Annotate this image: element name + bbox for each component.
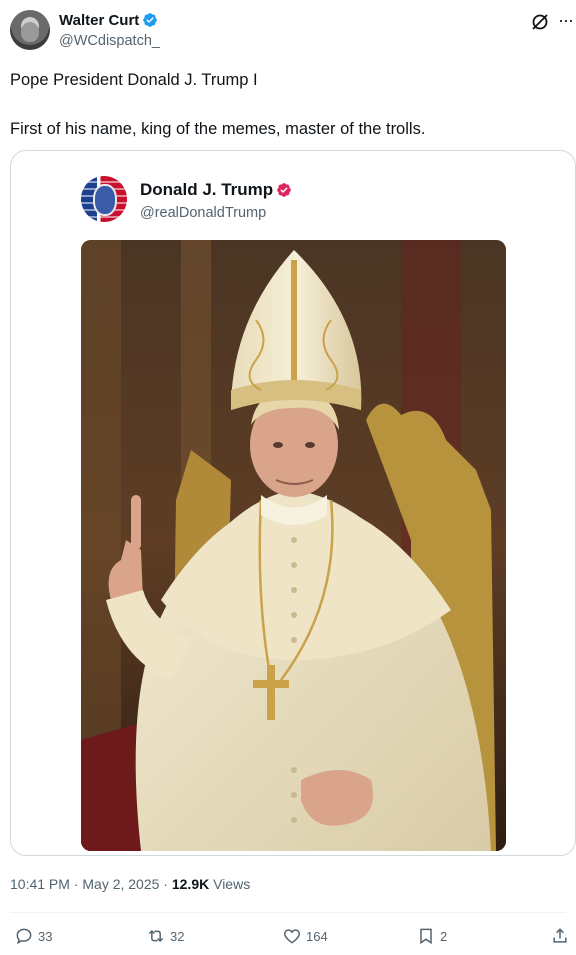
share-icon bbox=[553, 928, 567, 943]
quoted-media-image[interactable] bbox=[81, 240, 506, 851]
tweet-header: Walter Curt @WCdispatch_ ··· bbox=[0, 0, 576, 62]
tweet-meta: 10:41 PM · May 2, 2025 · 12.9K Views bbox=[10, 876, 250, 892]
quoted-author-name[interactable]: Donald J. Trump bbox=[140, 180, 273, 199]
verified-icon bbox=[143, 13, 158, 27]
reply-button[interactable]: 33 bbox=[14, 924, 52, 948]
quoted-author-name-row[interactable]: Donald J. Trump bbox=[140, 180, 292, 200]
verified-icon bbox=[277, 183, 292, 197]
quoted-tweet-card[interactable]: Donald J. Trump @realDonaldTrump bbox=[10, 150, 576, 856]
bookmark-count: 2 bbox=[440, 928, 448, 944]
reply-icon bbox=[16, 928, 32, 945]
tweet-text-line1: Pope President Donald J. Trump I bbox=[10, 71, 258, 89]
divider bbox=[10, 912, 566, 913]
tweet-actions: 33 32 164 2 bbox=[0, 920, 576, 952]
bookmark-icon bbox=[420, 928, 432, 945]
reply-count: 33 bbox=[38, 928, 53, 944]
more-icon[interactable]: ··· bbox=[558, 11, 576, 32]
repost-button[interactable]: 32 bbox=[146, 924, 184, 948]
repost-icon bbox=[148, 929, 164, 943]
author-name[interactable]: Walter Curt bbox=[59, 12, 139, 29]
author-name-row[interactable]: Walter Curt bbox=[59, 12, 158, 29]
author-handle[interactable]: @WCdispatch_ bbox=[59, 33, 160, 49]
tweet-timestamp[interactable]: 10:41 PM · May 2, 2025 · bbox=[10, 876, 172, 892]
views-label: Views bbox=[209, 876, 251, 892]
like-icon bbox=[283, 929, 301, 944]
pope-portrait-illustration bbox=[81, 240, 506, 851]
bookmark-button[interactable]: 2 bbox=[416, 924, 447, 948]
grok-icon[interactable] bbox=[530, 12, 550, 32]
quoted-author-handle[interactable]: @realDonaldTrump bbox=[140, 205, 266, 221]
like-count: 164 bbox=[306, 928, 328, 944]
tweet-text-line2: First of his name, king of the memes, ma… bbox=[10, 120, 426, 138]
author-avatar[interactable] bbox=[10, 10, 50, 50]
quoted-author-avatar[interactable] bbox=[81, 176, 127, 222]
like-button[interactable]: 164 bbox=[282, 924, 328, 948]
repost-count: 32 bbox=[170, 928, 185, 944]
share-button[interactable] bbox=[550, 924, 570, 948]
views-count: 12.9K bbox=[171, 876, 210, 892]
